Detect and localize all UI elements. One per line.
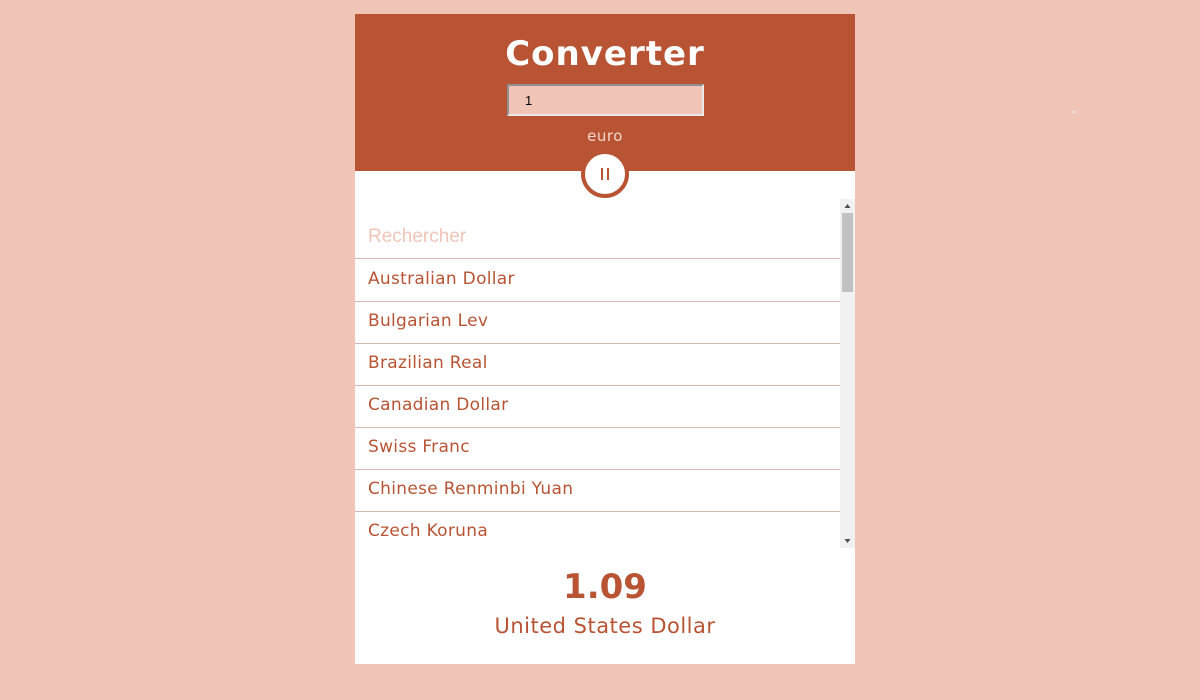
currency-option[interactable]: Chinese Renminbi Yuan — [355, 470, 840, 512]
triangle-down-icon[interactable] — [840, 534, 855, 548]
currency-option[interactable]: Czech Koruna — [355, 512, 840, 548]
currency-option[interactable]: Australian Dollar — [355, 260, 840, 302]
converter-card: Converter euro Australian DollarBulgaria… — [355, 14, 855, 664]
scrollbar[interactable] — [840, 199, 855, 548]
converter-header: Converter euro — [355, 14, 855, 171]
currency-list: Australian Dollar Bulgarian Lev Brazilian … — [355, 260, 840, 548]
from-currency-label: euro — [587, 127, 623, 145]
swap-button[interactable] — [581, 150, 629, 198]
page-title: Converter — [505, 34, 705, 74]
amount-input[interactable] — [507, 84, 704, 116]
triangle-up-icon[interactable] — [840, 199, 855, 213]
currency-option[interactable]: Brazilian Real — [355, 344, 840, 386]
currency-option[interactable]: Canadian Dollar — [355, 386, 840, 428]
result-currency: United States Dollar — [494, 614, 716, 638]
search-input[interactable] — [355, 199, 840, 259]
scroll-thumb[interactable] — [842, 213, 853, 292]
currency-select-list[interactable]: Australian DollarBulgarian LevBrazilian … — [355, 199, 855, 548]
pause-icon — [601, 168, 609, 180]
currency-option[interactable]: Bulgarian Lev — [355, 302, 840, 344]
result-value: 1.09 — [563, 567, 647, 607]
currency-option[interactable]: Swiss Franc — [355, 428, 840, 470]
decorative-dot — [1073, 111, 1075, 113]
